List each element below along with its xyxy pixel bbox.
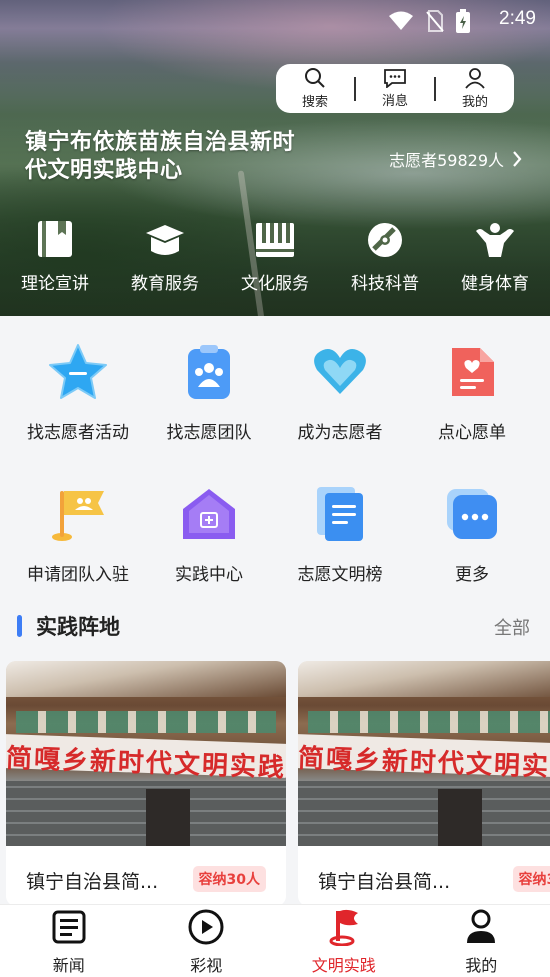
photo-banner-text: 简嘎乡新时代文明实践所 (298, 743, 550, 785)
category-label: 理论宣讲 (21, 274, 89, 294)
tab-label: 文明实践 (311, 956, 376, 975)
messages-label: 消息 (381, 94, 408, 109)
bottom-tab-bar: 新闻 彩视 文明实践 我的 (0, 904, 550, 977)
category-science[interactable]: 科技科普 (330, 213, 440, 294)
user-icon (465, 68, 485, 89)
wifi-icon (389, 11, 413, 30)
play-icon (188, 909, 224, 945)
document-icon (317, 487, 363, 541)
category-education[interactable]: 教育服务 (110, 213, 220, 294)
service-grid: 找志愿者活动 找志愿团队 成为志愿者 点心愿单 申请团队入驻 实践中心 志愿文明… (0, 316, 550, 596)
service-become-volunteer[interactable]: 成为志愿者 (270, 340, 410, 443)
hero-category-row: 理论宣讲 教育服务 文化服务 科技科普 健身体育 (0, 213, 550, 294)
category-label: 教育服务 (131, 274, 199, 294)
red-flag-icon (329, 909, 358, 946)
view-all-link[interactable]: 全部 (494, 614, 530, 640)
service-label: 找志愿团队 (166, 423, 252, 443)
heart-hands-icon (314, 349, 366, 394)
volunteer-count-text: 志愿者59829人 (389, 151, 504, 170)
service-civility-ranking[interactable]: 志愿文明榜 (270, 482, 410, 585)
tab-label: 彩视 (190, 956, 223, 975)
messages-button[interactable]: 消息 (356, 64, 434, 113)
tab-label: 新闻 (52, 956, 85, 975)
service-label: 点心愿单 (438, 423, 506, 443)
tab-mine[interactable]: 我的 (413, 905, 550, 977)
message-icon (384, 69, 406, 88)
star-icon (49, 344, 107, 399)
service-label: 找志愿者活动 (27, 423, 129, 443)
book-icon (38, 221, 72, 257)
capacity-badge: 容纳30人 (512, 866, 550, 892)
capacity-badge: 容纳30人 (192, 866, 266, 892)
news-icon (52, 910, 86, 944)
service-find-team[interactable]: 找志愿团队 (139, 340, 279, 443)
status-bar: 2:49 (0, 0, 550, 40)
service-label: 实践中心 (175, 565, 243, 585)
more-icon (447, 489, 497, 539)
mine-label: 我的 (461, 95, 488, 110)
service-find-activity[interactable]: 找志愿者活动 (8, 340, 148, 443)
service-apply-team[interactable]: 申请团队入驻 (8, 482, 148, 585)
volunteer-count-link[interactable]: 志愿者59829人 (389, 147, 522, 171)
mine-button[interactable]: 我的 (436, 64, 514, 113)
service-wish-list[interactable]: 点心愿单 (402, 340, 542, 443)
site-name: 镇宁自治县简... (318, 871, 451, 893)
service-label: 申请团队入驻 (27, 565, 129, 585)
hero-banner: 2:49 搜索 消息 我的 镇宁布依族苗族自治县新时代文明实践中心 志愿者598… (0, 0, 550, 316)
wish-list-icon (452, 348, 494, 396)
top-action-bar: 搜索 消息 我的 (276, 64, 514, 113)
search-button[interactable]: 搜索 (276, 64, 354, 113)
category-theory[interactable]: 理论宣讲 (0, 213, 110, 294)
battery-icon (456, 9, 470, 33)
service-label: 志愿文明榜 (297, 565, 383, 585)
house-icon (183, 489, 235, 539)
practice-section-header: 实践阵地 全部 (0, 607, 550, 647)
category-label: 科技科普 (351, 274, 419, 294)
service-label: 更多 (455, 565, 489, 585)
team-icon (188, 345, 230, 399)
search-icon (305, 68, 325, 88)
category-label: 健身体育 (461, 274, 529, 294)
practice-site-card[interactable]: 简嘎乡新时代文明实践所 镇宁自治县简... 容纳30人 (6, 661, 286, 906)
no-sim-icon (426, 10, 444, 32)
site-photo: 简嘎乡新时代文明实践所 (6, 661, 286, 846)
section-title: 实践阵地 (36, 615, 120, 639)
section-accent-bar (17, 615, 22, 637)
category-fitness[interactable]: 健身体育 (440, 213, 550, 294)
fitness-icon (476, 223, 514, 257)
service-label: 成为志愿者 (297, 423, 383, 443)
center-title: 镇宁布依族苗族自治县新时代文明实践中心 (25, 130, 296, 183)
app-screen: 2:49 搜索 消息 我的 镇宁布依族苗族自治县新时代文明实践中心 志愿者598… (0, 0, 550, 977)
status-time: 2:49 (499, 8, 536, 29)
service-practice-center[interactable]: 实践中心 (139, 482, 279, 585)
category-label: 文化服务 (241, 274, 309, 294)
search-label: 搜索 (301, 95, 328, 110)
category-culture[interactable]: 文化服务 (220, 213, 330, 294)
flag-icon (52, 491, 104, 541)
tab-video[interactable]: 彩视 (138, 905, 276, 977)
tab-news[interactable]: 新闻 (0, 905, 138, 977)
status-icons (388, 9, 470, 33)
site-photo: 简嘎乡新时代文明实践所 (298, 661, 550, 846)
chevron-right-icon (513, 151, 522, 167)
service-more[interactable]: 更多 (402, 482, 542, 585)
site-name: 镇宁自治县简... (26, 871, 159, 893)
profile-icon (467, 909, 496, 943)
tab-civilization-practice[interactable]: 文明实践 (275, 905, 413, 977)
graduation-cap-icon (146, 225, 184, 255)
satellite-icon (368, 223, 402, 257)
piano-icon (256, 223, 294, 257)
practice-site-card[interactable]: 简嘎乡新时代文明实践所 镇宁自治县简... 容纳30人 (298, 661, 550, 906)
tab-label: 我的 (465, 956, 498, 975)
